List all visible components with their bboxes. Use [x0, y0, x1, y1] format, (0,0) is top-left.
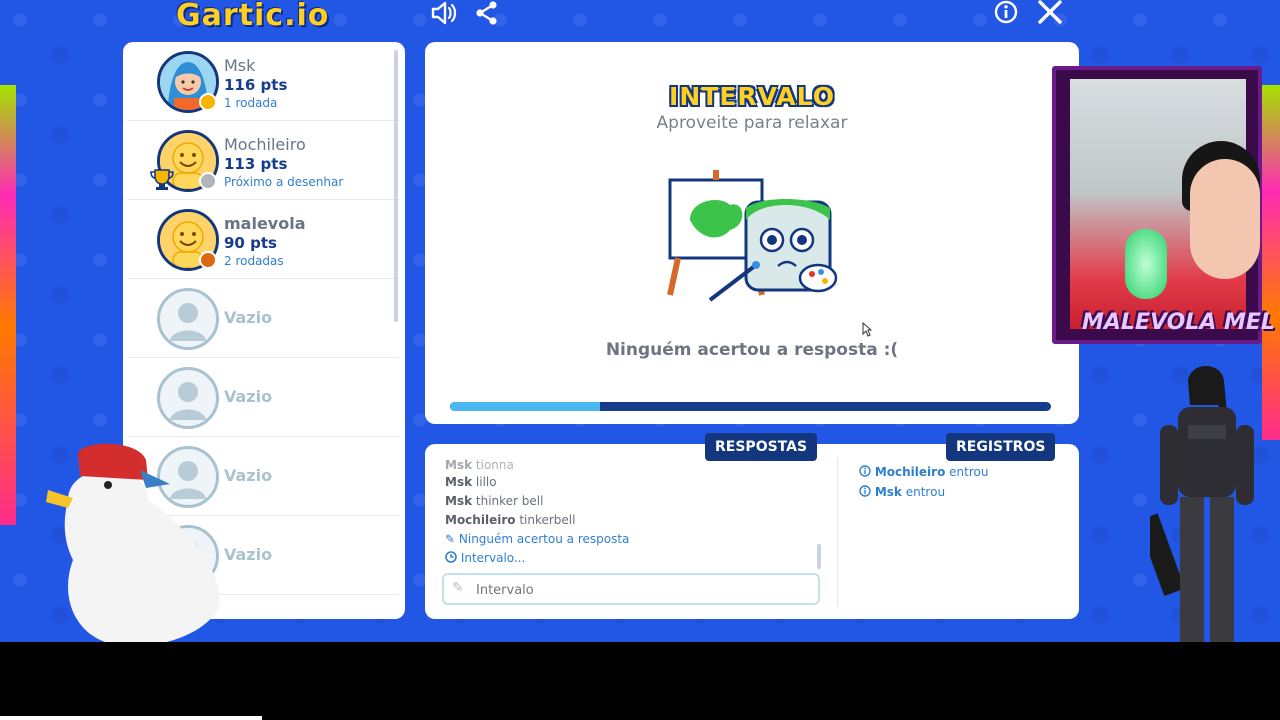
pencil-icon: ✎ — [452, 580, 464, 596]
system-message: Intervalo... — [445, 551, 525, 565]
close-icon[interactable] — [1037, 0, 1065, 26]
chat-message: Msk thinker bell — [445, 494, 544, 508]
empty-slot: Vazio — [127, 279, 399, 358]
player-name: malevola — [224, 214, 306, 233]
empty-avatar-icon — [157, 367, 219, 429]
chat-scrollbar[interactable] — [817, 544, 821, 569]
share-icon[interactable] — [474, 0, 502, 26]
microphone-image — [1125, 229, 1167, 299]
chat-message: Mochileiro tinkerbell — [445, 513, 576, 527]
empty-avatar-icon — [157, 288, 219, 350]
empty-slot-label: Vazio — [224, 387, 273, 406]
player-row: Msk 116 pts 1 rodada — [127, 42, 399, 121]
empty-slot-label: Vazio — [224, 308, 273, 327]
chat-card: RESPOSTAS REGISTROS Msk tionna Msk lillo… — [425, 433, 1079, 619]
status-badge — [199, 172, 217, 190]
answer-input[interactable] — [476, 580, 806, 600]
gartic-logo: Gartic.io — [176, 0, 330, 33]
streamer-name-logo: MALEVOLA MEL — [1082, 310, 1275, 335]
stream-bottom-bar — [0, 642, 1280, 720]
info-icon — [859, 465, 875, 479]
player-name: Mochileiro — [224, 135, 306, 154]
webcam-frame — [1052, 66, 1262, 344]
clock-icon — [445, 551, 461, 565]
webcam-feed — [1070, 79, 1260, 329]
easel-paint-illustration — [660, 170, 850, 305]
info-icon[interactable] — [993, 0, 1021, 26]
tab-logs[interactable]: REGISTROS — [946, 433, 1056, 461]
chat-message: Msk tionna — [445, 458, 514, 472]
status-badge — [199, 251, 217, 269]
round-status-card: INTERVALO Aproveite para relaxar Ninguém… — [425, 42, 1079, 424]
player-points: 116 pts — [224, 76, 288, 94]
result-message: Ninguém acertou a resposta :( — [605, 340, 899, 360]
player-info: 2 rodadas — [224, 254, 284, 268]
tab-answers[interactable]: RESPOSTAS — [705, 433, 818, 461]
players-scrollbar[interactable] — [394, 50, 398, 322]
player-info: Próximo a desenhar — [224, 175, 344, 189]
empty-slot: Vazio — [127, 358, 399, 437]
player-points: 113 pts — [224, 155, 288, 173]
system-message: ✎ Ninguém acertou a resposta — [445, 532, 630, 546]
info-icon — [859, 485, 875, 499]
speaker-icon[interactable] — [430, 0, 458, 26]
player-row: Mochileiro 113 pts Próximo a desenhar — [127, 121, 399, 200]
intermission-subtitle: Aproveite para relaxar — [656, 113, 848, 133]
stream-bottom-line — [0, 716, 262, 720]
left-stream-banner — [0, 85, 16, 525]
chat-divider — [837, 458, 838, 606]
answer-input-box[interactable]: ✎ — [442, 573, 820, 605]
status-badge — [199, 93, 217, 111]
player-row: malevola 90 pts 2 rodadas — [127, 200, 399, 279]
player-info: 1 rodada — [224, 96, 278, 110]
chat-message: Msk lillo — [445, 475, 497, 489]
player-name: Msk — [224, 56, 256, 75]
log-entry: Msk entrou — [859, 485, 945, 499]
mouse-cursor-icon — [862, 321, 873, 341]
round-progress-fill — [450, 402, 601, 411]
pencil-icon: ✎ — [445, 532, 456, 546]
log-entry: Mochileiro entrou — [859, 465, 988, 479]
player-points: 90 pts — [224, 234, 277, 252]
round-progress-bar — [450, 402, 1051, 411]
intermission-title: INTERVALO — [669, 82, 835, 111]
trophy-icon — [149, 168, 175, 196]
